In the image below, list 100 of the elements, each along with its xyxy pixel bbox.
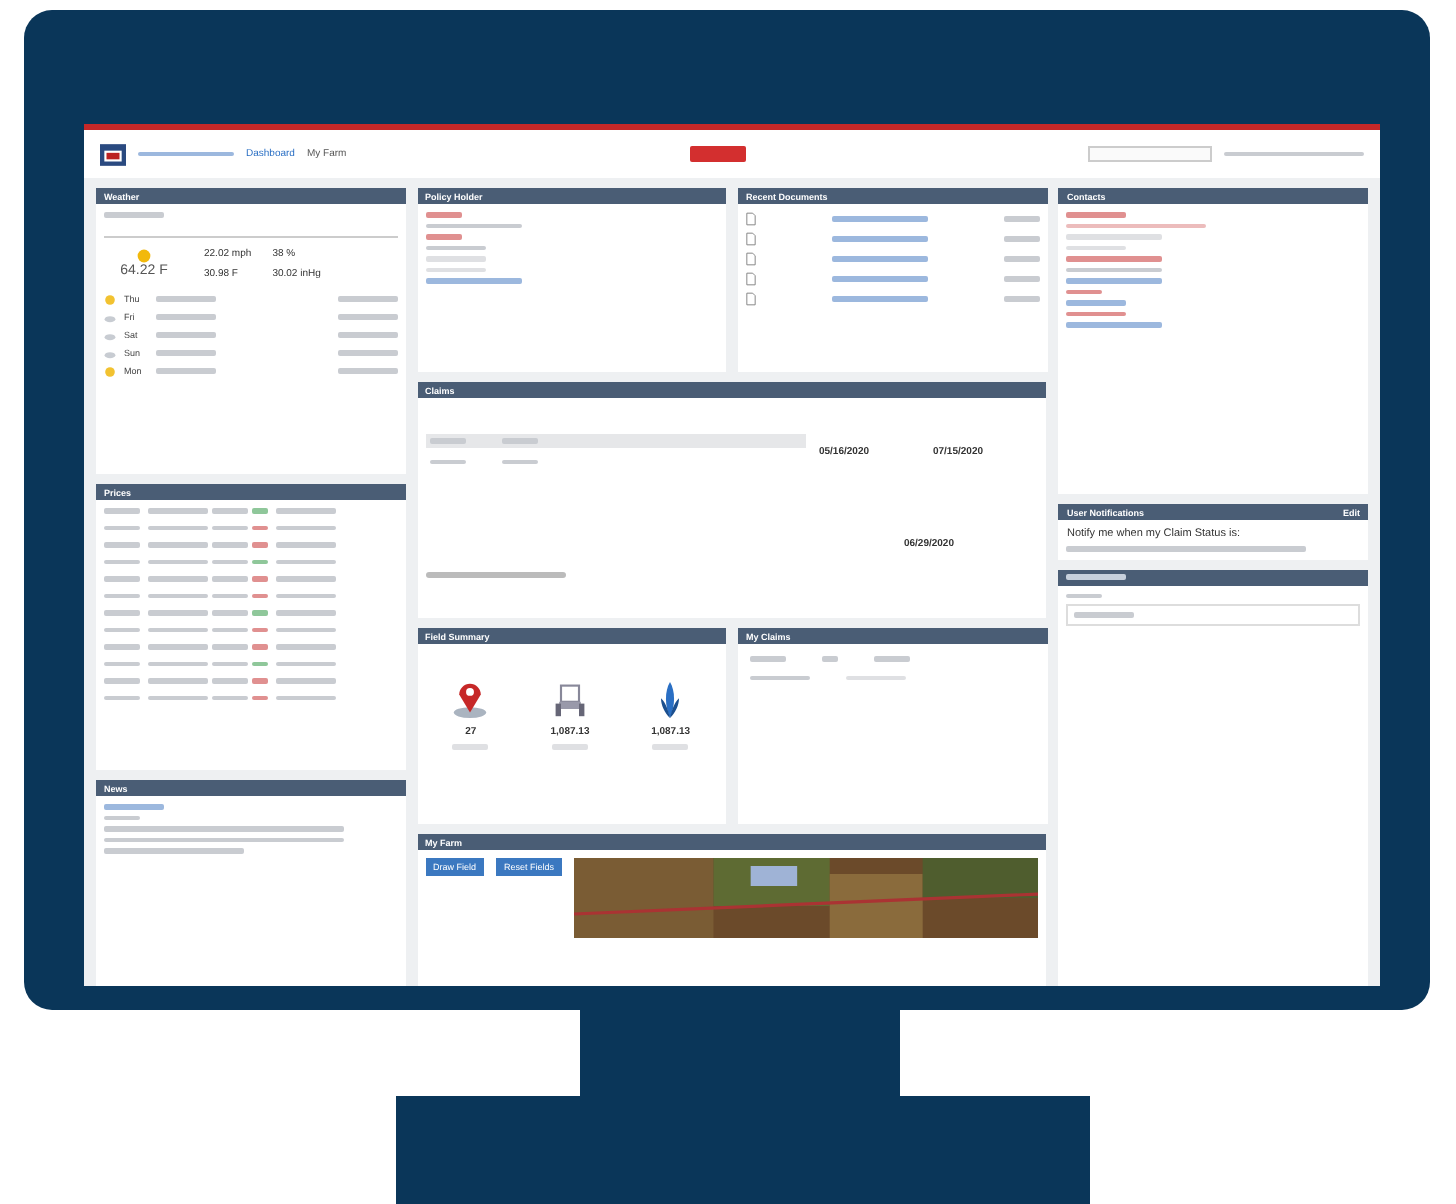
blurred-text <box>1066 574 1127 580</box>
blurred-text <box>1003 256 1039 262</box>
blurred-text <box>212 576 248 581</box>
blurred-text <box>1003 216 1039 222</box>
blurred-text <box>156 350 216 356</box>
blurred-text <box>104 559 140 564</box>
sun-icon <box>104 365 116 377</box>
blurred-text <box>1074 612 1135 617</box>
blurred-text <box>148 695 208 700</box>
blurred-text <box>212 610 248 615</box>
help-button[interactable] <box>689 146 746 162</box>
blurred-text <box>212 695 248 700</box>
blurred-text <box>104 804 164 809</box>
blurred-text <box>276 576 336 581</box>
blurred-text <box>276 593 336 598</box>
blurred-text <box>750 656 786 661</box>
blurred-text <box>501 459 537 464</box>
blurred-text <box>1066 223 1207 228</box>
blurred-text <box>148 661 208 666</box>
blurred-text <box>104 525 140 530</box>
blurred-text <box>831 236 928 242</box>
blurred-text <box>1066 245 1127 250</box>
blurred-text <box>337 350 397 356</box>
blurred-text <box>425 256 485 261</box>
blurred-text <box>148 542 208 547</box>
blurred-text <box>337 368 397 374</box>
blurred-text <box>148 593 208 598</box>
blurred-text <box>212 525 248 530</box>
blurred-text <box>104 576 140 581</box>
blurred-text <box>831 276 928 282</box>
blurred-text <box>104 661 140 666</box>
blurred-text <box>104 542 140 547</box>
blurred-text <box>276 627 336 632</box>
blurred-text <box>276 559 336 564</box>
blurred-text <box>831 256 928 262</box>
blurred-text <box>337 332 397 338</box>
blurred-text <box>1066 256 1163 261</box>
blurred-text <box>276 610 336 615</box>
blurred-text <box>212 593 248 598</box>
blurred-text <box>337 296 397 302</box>
blurred-text <box>276 695 336 700</box>
blurred-text <box>831 216 928 222</box>
blurred-text <box>156 314 216 320</box>
blurred-text <box>425 234 461 239</box>
sun-icon <box>104 293 116 305</box>
blurred-text <box>212 559 248 564</box>
blurred-text <box>212 627 248 632</box>
policy-select[interactable] <box>1088 146 1213 162</box>
blurred-text <box>1003 236 1039 242</box>
blurred-text <box>104 678 140 683</box>
blurred-text <box>148 627 208 632</box>
blurred-text <box>148 525 208 530</box>
blurred-text <box>104 695 140 700</box>
blurred-text <box>1066 267 1163 272</box>
blurred-text <box>212 542 248 547</box>
blurred-text <box>552 744 588 749</box>
blurred-text <box>104 610 140 615</box>
blurred-text <box>212 508 248 513</box>
blurred-text <box>148 610 208 615</box>
blurred-text <box>1003 276 1039 282</box>
blurred-text <box>425 267 485 272</box>
blurred-text <box>425 212 461 217</box>
blurred-text <box>212 644 248 649</box>
blurred-text <box>337 314 397 320</box>
blurred-text <box>425 278 521 283</box>
blurred-text <box>276 678 336 683</box>
blurred-text <box>1003 296 1039 302</box>
blurred-text <box>276 661 336 666</box>
blurred-text <box>1066 593 1103 598</box>
blurred-text <box>276 644 336 649</box>
scrollbar[interactable] <box>425 572 565 578</box>
blurred-text <box>1066 322 1163 327</box>
blurred-text <box>846 675 906 680</box>
blurred-text <box>104 644 140 649</box>
blurred-text <box>429 459 465 464</box>
tractor-icon <box>552 680 588 720</box>
blurred-text <box>1066 311 1127 316</box>
blurred-text <box>874 656 910 661</box>
blurred-text <box>452 744 489 749</box>
blurred-text <box>148 678 208 683</box>
blurred-text <box>104 593 140 598</box>
blurred-text <box>156 296 216 302</box>
blurred-text <box>156 332 216 338</box>
logo-icon <box>100 143 126 165</box>
blurred-text <box>276 542 336 547</box>
blurred-text <box>148 508 208 513</box>
blurred-text <box>750 675 810 680</box>
map-pin-icon <box>452 680 489 720</box>
blurred-text <box>822 656 838 661</box>
blurred-text <box>1066 212 1127 217</box>
blurred-text <box>104 212 164 217</box>
blurred-text <box>276 525 336 530</box>
blurred-text <box>1066 278 1163 283</box>
blurred-text <box>104 848 244 853</box>
blurred-text <box>425 223 521 228</box>
blurred-text <box>425 245 485 250</box>
blurred-text <box>1066 234 1163 239</box>
blurred-text <box>104 815 140 820</box>
blurred-text <box>148 559 208 564</box>
blurred-text <box>1066 300 1127 305</box>
